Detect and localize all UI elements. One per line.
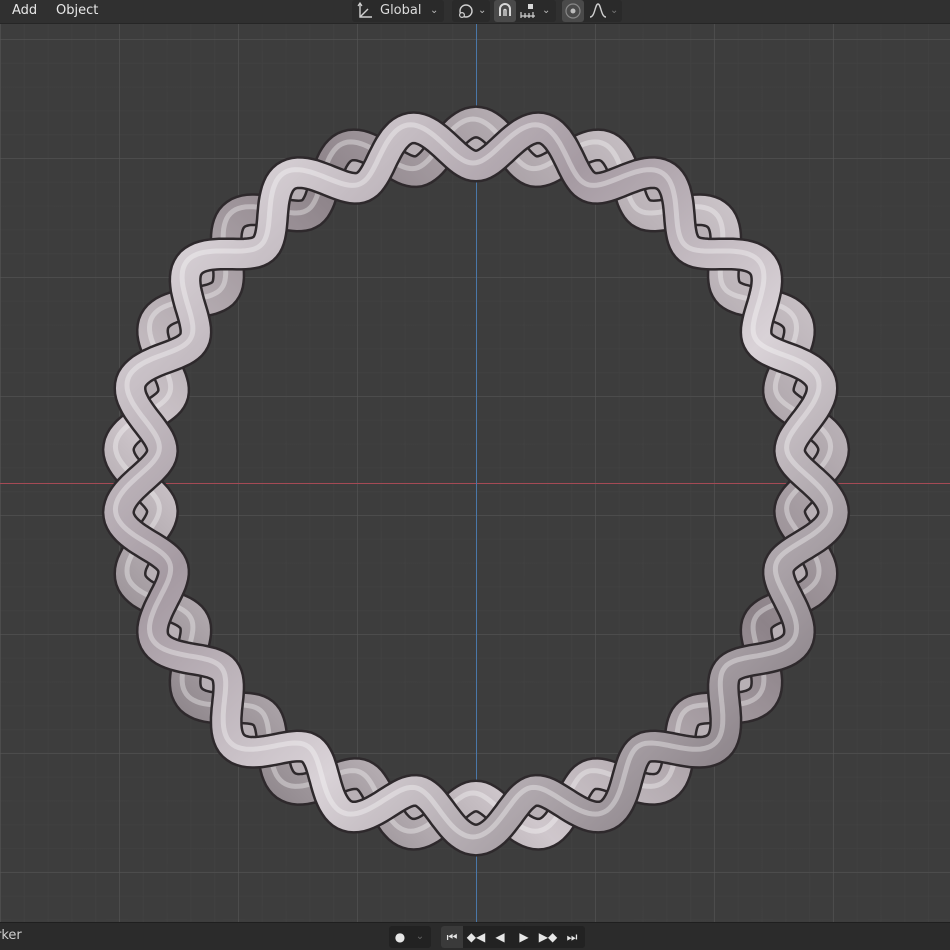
- chevron-down-icon[interactable]: ⌄: [542, 0, 550, 22]
- record-icon[interactable]: ●: [389, 926, 411, 948]
- twisted-chain-ring[interactable]: [0, 24, 950, 922]
- auto-keying-group: ● ⌄: [389, 926, 431, 948]
- chain-strands: [101, 105, 851, 857]
- viewport-header: Add Object Global ⌄ ⌄ ⌄ ⌄: [0, 0, 950, 24]
- proportional-editing-icon[interactable]: [562, 0, 584, 22]
- snap-magnet-icon[interactable]: [494, 0, 516, 22]
- jump-to-next-keyframe-button[interactable]: ▶◆: [537, 926, 559, 948]
- chevron-down-icon[interactable]: ⌄: [409, 926, 431, 948]
- snapping-group: ⌄: [494, 0, 556, 22]
- transform-orientation-icon: [356, 0, 374, 22]
- jump-to-previous-keyframe-button[interactable]: ◆◀: [465, 926, 487, 948]
- menu-add[interactable]: Add: [6, 2, 43, 20]
- playback-controls: ⏮ ◆◀ ◀ ▶ ▶◆ ⏭: [441, 926, 585, 948]
- snap-increment-icon[interactable]: [518, 0, 538, 22]
- transform-orientation-value: Global: [380, 3, 422, 18]
- chevron-down-icon: ⌄: [478, 5, 487, 16]
- falloff-curve-icon[interactable]: [588, 0, 608, 22]
- pivot-point-dropdown[interactable]: ⌄: [452, 0, 490, 22]
- chevron-down-icon[interactable]: ⌄: [610, 0, 618, 22]
- jump-to-start-button[interactable]: ⏮: [441, 926, 463, 948]
- play-button[interactable]: ▶: [513, 926, 535, 948]
- 3d-viewport[interactable]: [0, 24, 950, 922]
- menu-object[interactable]: Object: [50, 2, 104, 20]
- chevron-down-icon: ⌄: [430, 5, 439, 16]
- play-reverse-button[interactable]: ◀: [489, 926, 511, 948]
- transform-pivot-icon: [456, 0, 476, 22]
- timeline-bar: rker ● ⌄ ⏮ ◆◀ ◀ ▶ ▶◆ ⏭: [0, 922, 950, 950]
- jump-to-end-button[interactable]: ⏭: [561, 926, 583, 948]
- transform-orientation-dropdown[interactable]: Global ⌄: [352, 0, 444, 22]
- proportional-editing-group: ⌄: [562, 0, 622, 22]
- marker-menu[interactable]: rker: [0, 928, 22, 943]
